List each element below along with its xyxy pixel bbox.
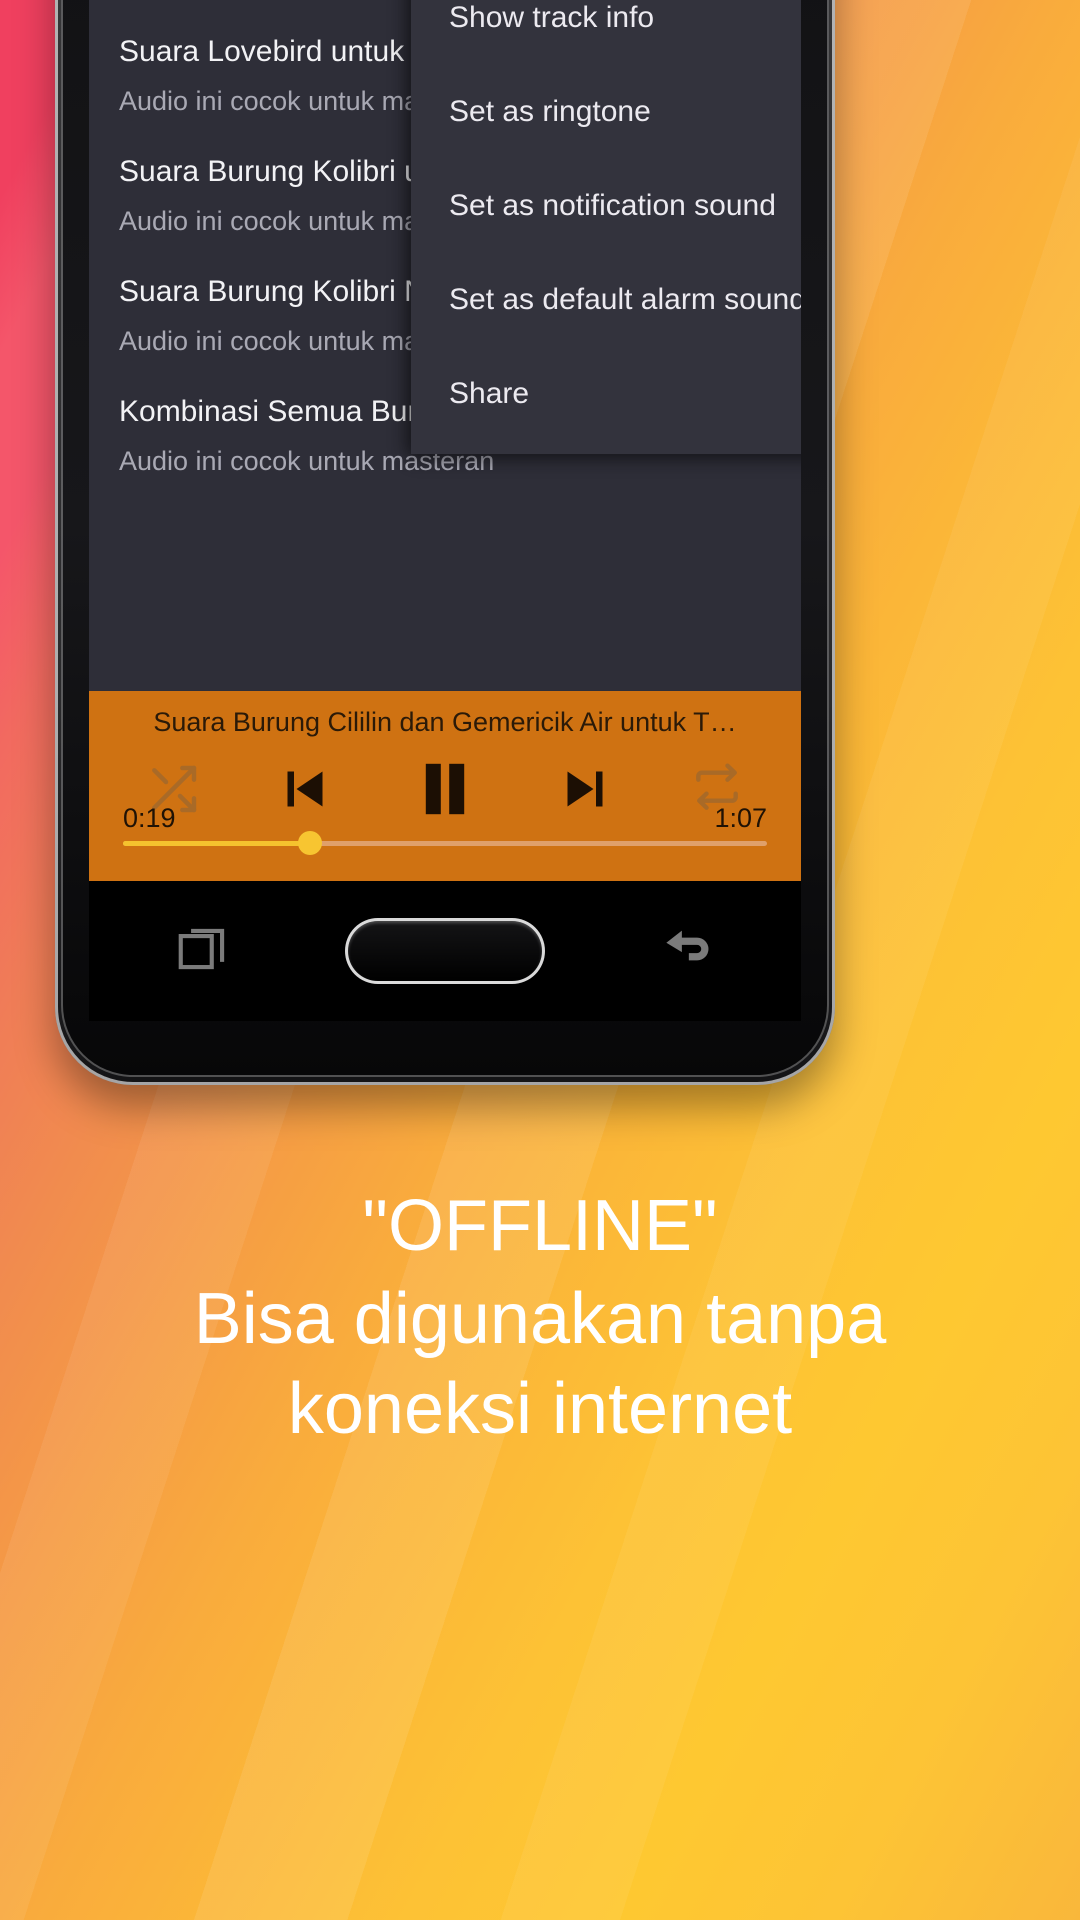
promo-caption: "OFFLINE" Bisa digunakan tanpa koneksi i…: [0, 1178, 1080, 1454]
menu-item-set-as-ringtone[interactable]: Set as ringtone: [449, 65, 801, 159]
pause-icon[interactable]: [409, 753, 481, 825]
seek-thumb[interactable]: [297, 831, 322, 855]
caption-line-2: Bisa digunakan tanpa: [193, 1279, 887, 1359]
seek-fill: [123, 841, 310, 846]
seek-slider[interactable]: [123, 831, 767, 855]
player-controls: [89, 753, 801, 825]
skip-previous-icon[interactable]: [275, 759, 335, 819]
menu-item-set-as-notification-sound[interactable]: Set as notification sound: [449, 159, 801, 253]
phone-device: Suara Burung Kenari untuk Masteran - V… …: [55, 0, 835, 1085]
now-playing-bar[interactable]: Suara Burung Cililin dan Gemericik Air u…: [89, 691, 801, 881]
menu-item-set-as-default-alarm-sound[interactable]: Set as default alarm sound: [449, 253, 801, 347]
phone-screen: Suara Burung Kenari untuk Masteran - V… …: [89, 0, 801, 881]
now-playing-title: Suara Burung Cililin dan Gemericik Air u…: [153, 707, 737, 737]
home-button[interactable]: [345, 918, 545, 984]
menu-item-show-track-info[interactable]: Show track info: [449, 0, 801, 65]
elapsed-time: 0:19: [123, 803, 176, 833]
recents-icon[interactable]: [173, 918, 235, 985]
context-menu[interactable]: Kombinasi Semua Burung Ko.. Show track i…: [411, 0, 801, 454]
navigation-bar: [89, 881, 801, 1021]
skip-next-icon[interactable]: [555, 759, 615, 819]
total-time: 1:07: [714, 803, 767, 833]
caption-line-1: "OFFLINE": [362, 1186, 718, 1266]
menu-item-share[interactable]: Share: [449, 347, 801, 441]
back-icon[interactable]: [655, 918, 717, 985]
caption-line-3: koneksi internet: [287, 1369, 793, 1449]
